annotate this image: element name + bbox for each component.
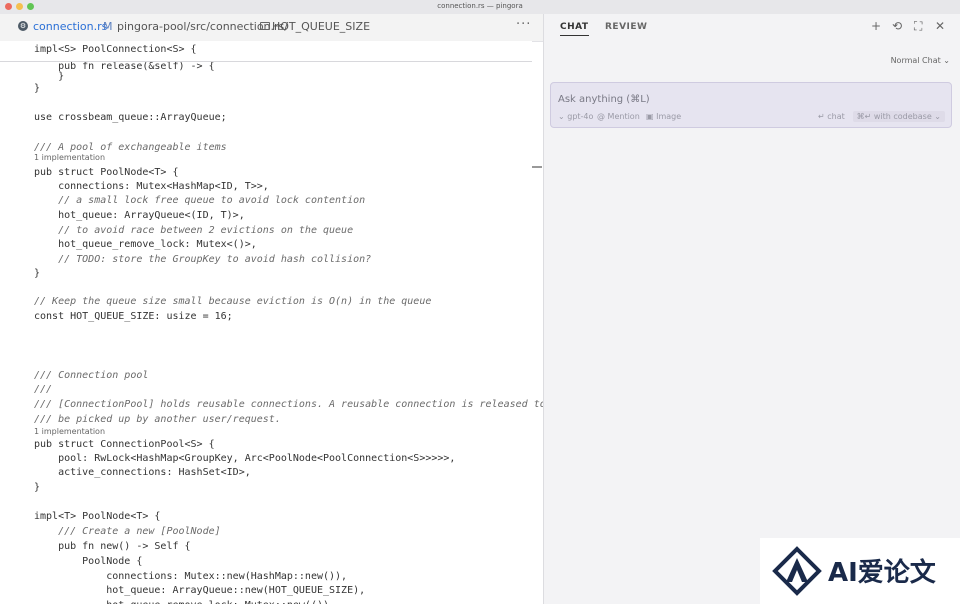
code-lens-implementations[interactable]: 1 implementation [34,153,105,162]
rust-file-icon: ⚙ [18,21,28,31]
code-line: } [34,482,41,493]
code-line: // to avoid race between 2 evictions on … [34,225,354,236]
symbol-icon [260,22,270,30]
code-area[interactable]: pub fn release(&self) -> { }} use crossbe… [0,61,543,604]
window-title: connection.rs — pingora [437,2,523,10]
code-line: /// [ConnectionPool] holds reusable conn… [34,399,543,410]
code-line: connections: Mutex::new(HashMap::new()), [34,571,348,582]
code-line: } [34,71,65,82]
code-line: // TODO: store the GroupKey to avoid has… [34,254,372,265]
window-titlebar: connection.rs — pingora [0,0,960,15]
sticky-line: impl<S> PoolConnection<S> { [34,44,197,55]
chat-mode-dropdown[interactable]: Normal Chat ⌄ [891,56,950,65]
code-line: pub struct ConnectionPool<S> { [34,439,215,450]
tab-review[interactable]: REVIEW [605,22,647,32]
editor-tab-bar: ⚙ connection.rs M pingora-pool/src/conne… [0,14,543,42]
ai-logo-icon [772,546,822,596]
model-selector[interactable]: ⌄ gpt-4o [558,112,593,121]
code-line: hot_queue_remove_lock: Mutex<()>, [34,239,257,250]
new-chat-button[interactable]: + [871,19,881,33]
mention-button[interactable]: @ Mention [597,112,640,121]
code-line: } [34,83,41,94]
scrollbar-marker[interactable] [532,166,542,168]
code-line: hot_queue: ArrayQueue::new(HOT_QUEUE_SIZ… [34,585,366,596]
close-panel-button[interactable]: ✕ [935,19,945,33]
history-button[interactable]: ⟲ [892,19,902,33]
expand-button[interactable]: ⛶ [914,19,922,34]
code-line: hot_queue: ArrayQueue<(ID, T)>, [34,210,245,221]
code-line: impl<T> PoolNode<T> { [34,511,161,522]
watermark-text: AI爱论文 [828,558,936,588]
sticky-scroll-header[interactable]: impl<S> PoolConnection<S> { [0,41,532,62]
code-line: pub struct PoolNode<T> { [34,167,179,178]
submit-with-codebase-button[interactable]: ⌘↵ with codebase ⌄ [852,111,945,122]
breadcrumb-symbol[interactable]: HOT_QUEUE_SIZE [272,20,370,33]
tab-chat[interactable]: CHAT [560,22,589,36]
code-line: /// A pool of exchangeable items [34,142,227,153]
code-line: /// be picked up by another user/request… [34,414,281,425]
image-button[interactable]: ▣ Image [646,112,681,121]
chat-input-box[interactable]: Ask anything (⌘L) ⌄ gpt-4o @ Mention ▣ I… [550,82,952,128]
tab-filename[interactable]: connection.rs [33,20,107,33]
code-line: /// Create a new [PoolNode] [34,526,221,537]
code-line: pool: RwLock<HashMap<GroupKey, Arc<PoolN… [34,453,456,464]
code-line: pub fn new() -> Self { [34,541,191,552]
code-line: PoolNode { [34,556,143,567]
code-line: // a small lock free queue to avoid lock… [34,195,366,206]
chat-panel: CHAT REVIEW + ⟲ ⛶ ✕ Normal Chat ⌄ Ask an… [544,14,960,604]
code-line: use crossbeam_queue::ArrayQueue; [34,112,227,123]
code-line: active_connections: HashSet<ID>, [34,467,251,478]
code-line: /// [34,384,53,395]
code-line: hot_queue_remove_lock: Mutex::new(()) [34,600,329,604]
submit-chat-button[interactable]: ↵ chat [818,112,845,121]
code-line: const HOT_QUEUE_SIZE: usize = 16; [34,311,233,322]
code-lens-implementations[interactable]: 1 implementation [34,427,105,436]
code-editor: ⚙ connection.rs M pingora-pool/src/conne… [0,14,544,604]
more-actions-button[interactable]: ··· [516,17,531,32]
watermark: AI爱论文 [760,538,960,604]
code-line: /// Connection pool [34,370,149,381]
tab-modified-indicator: M [103,20,113,33]
code-line: connections: Mutex<HashMap<ID, T>>, [34,181,269,192]
code-line: } [34,268,41,279]
chat-input-placeholder[interactable]: Ask anything (⌘L) [558,94,650,105]
code-line: // Keep the queue size small because evi… [34,296,432,307]
